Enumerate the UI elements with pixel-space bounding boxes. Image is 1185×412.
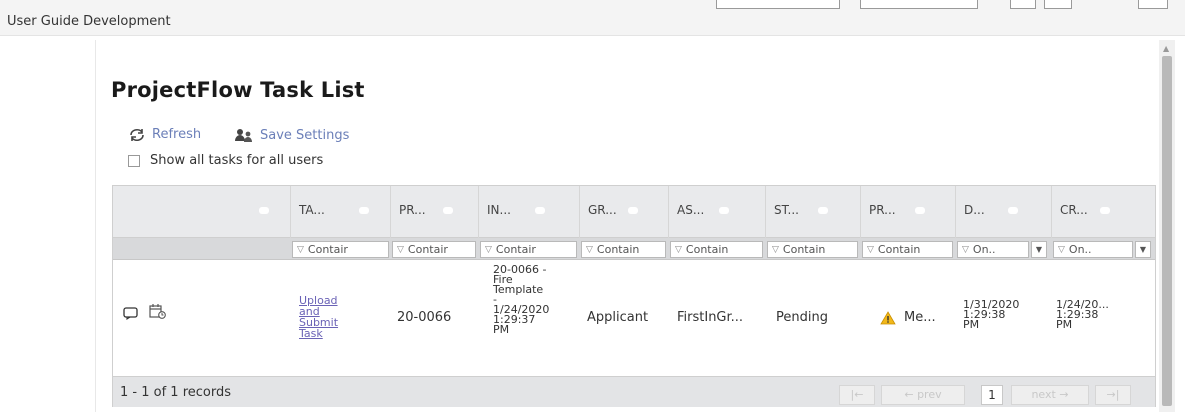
grid-pager: 1 - 1 of 1 records |← ← prev 1 next → →| [113,376,1155,407]
group-name: Applicant [587,310,649,325]
save-settings-button[interactable]: Save Settings [234,127,349,143]
filter-icon: ▽ [485,244,492,255]
filter-project[interactable]: ▽ Contair [392,241,476,258]
filter-task[interactable]: ▽ Contair [292,241,389,258]
filter-priority[interactable]: ▽ Contain [862,241,953,258]
priority-text: Me... [904,310,936,325]
column-label: PR... [869,203,896,217]
column-menu-icon[interactable] [359,207,369,214]
column-menu-icon[interactable] [1008,207,1018,214]
grid-filter-row: ▽ Contair ▽ Contair ▽ Contair ▽ Contain ▽ Con… [113,238,1155,260]
column-menu-icon[interactable] [818,207,828,214]
filter-due-dropdown[interactable]: ▼ [1031,241,1047,258]
column-menu-icon[interactable] [915,207,925,214]
grid-header-status[interactable]: ST... [765,186,860,238]
filter-icon: ▽ [297,244,304,255]
column-label: PR... [399,203,426,217]
grid-header-row: TA... PR... IN... GR... AS... ST... PR..… [113,186,1155,238]
column-menu-icon[interactable] [628,207,638,214]
breadcrumb: User Guide Development [7,14,171,29]
grid-header-assigned[interactable]: AS... [668,186,765,238]
filter-instance[interactable]: ▽ Contair [480,241,577,258]
table-row[interactable]: Upload and Submit Task 20-0066 20-0066 -… [113,261,1155,375]
created-date: 1/24/20... 1:29:38 PM [1056,298,1109,331]
filter-group[interactable]: ▽ Contain [581,241,666,258]
filter-due[interactable]: ▽ On.. [957,241,1029,258]
grid-header-task[interactable]: TA... [290,186,390,238]
top-control[interactable] [716,0,840,9]
column-label: GR... [588,203,617,217]
top-control[interactable] [1138,0,1168,9]
record-count: 1 - 1 of 1 records [120,385,231,400]
refresh-icon [128,128,146,142]
filter-icon: ▽ [867,244,874,255]
column-label: AS... [677,203,705,217]
column-menu-icon[interactable] [259,207,269,214]
column-label: ST... [774,203,799,217]
top-control[interactable] [1010,0,1036,9]
column-menu-icon[interactable] [1100,207,1110,214]
users-settings-icon [234,127,254,143]
task-link[interactable]: Upload and Submit Task [299,295,338,339]
last-page-button[interactable]: →| [1095,385,1131,405]
filter-status[interactable]: ▽ Contain [767,241,858,258]
column-label: TA... [299,203,325,217]
project-number: 20-0066 [397,310,452,325]
show-all-tasks-label: Show all tasks for all users [150,153,324,168]
column-label: D... [964,203,985,217]
filter-icon: ▽ [962,244,969,255]
column-menu-icon[interactable] [443,207,453,214]
filter-icon: ▽ [397,244,404,255]
show-all-tasks-toggle[interactable]: Show all tasks for all users [128,153,323,168]
status-text: Pending [776,310,828,325]
grid-header-created[interactable]: CR... [1051,186,1155,238]
warning-icon [880,311,896,328]
grid-header-group[interactable]: GR... [579,186,668,238]
refresh-label: Refresh [152,127,202,142]
filter-icon: ▽ [772,244,779,255]
filter-icon: ▽ [586,244,593,255]
filter-created-dropdown[interactable]: ▼ [1135,241,1151,258]
save-settings-label: Save Settings [260,127,350,143]
column-label: CR... [1060,203,1088,217]
column-menu-icon[interactable] [719,207,729,214]
instance-name: 20-0066 - Fire Template - 1/24/2020 1:29… [493,263,550,336]
assigned-to: FirstInGr... [677,310,744,325]
comment-icon[interactable] [123,307,139,323]
app-window: User Guide Development ▲ ProjectFlow Tas… [0,0,1185,412]
next-page-button[interactable]: next → [1011,385,1089,405]
task-grid: TA... PR... IN... GR... AS... ST... PR..… [112,185,1156,407]
filter-created[interactable]: ▽ On.. [1053,241,1133,258]
top-control[interactable] [860,0,978,9]
top-control[interactable] [1044,0,1072,9]
prev-page-button[interactable]: ← prev [881,385,965,405]
page-title: ProjectFlow Task List [111,78,365,102]
grid-header-priority[interactable]: PR... [860,186,955,238]
filter-icon: ▽ [1058,244,1065,255]
grid-header-project[interactable]: PR... [390,186,478,238]
filter-icon: ▽ [675,244,682,255]
show-all-tasks-checkbox[interactable] [128,154,140,167]
column-menu-icon[interactable] [535,207,545,214]
vertical-scrollbar[interactable]: ▲ [1159,40,1175,412]
grid-header-due[interactable]: D... [955,186,1051,238]
scroll-up-icon[interactable]: ▲ [1163,44,1169,53]
top-bar: User Guide Development [0,0,1185,36]
filter-assigned[interactable]: ▽ Contain [670,241,763,258]
grid-header-actions [113,186,290,238]
column-label: IN... [487,203,511,217]
refresh-button[interactable]: Refresh [128,127,201,142]
scrollbar-thumb[interactable] [1162,56,1172,406]
current-page[interactable]: 1 [981,385,1003,405]
task-calendar-icon[interactable] [149,304,167,323]
due-date: 1/31/2020 1:29:38 PM [963,298,1020,331]
first-page-button[interactable]: |← [839,385,875,405]
grid-header-instance[interactable]: IN... [478,186,579,238]
